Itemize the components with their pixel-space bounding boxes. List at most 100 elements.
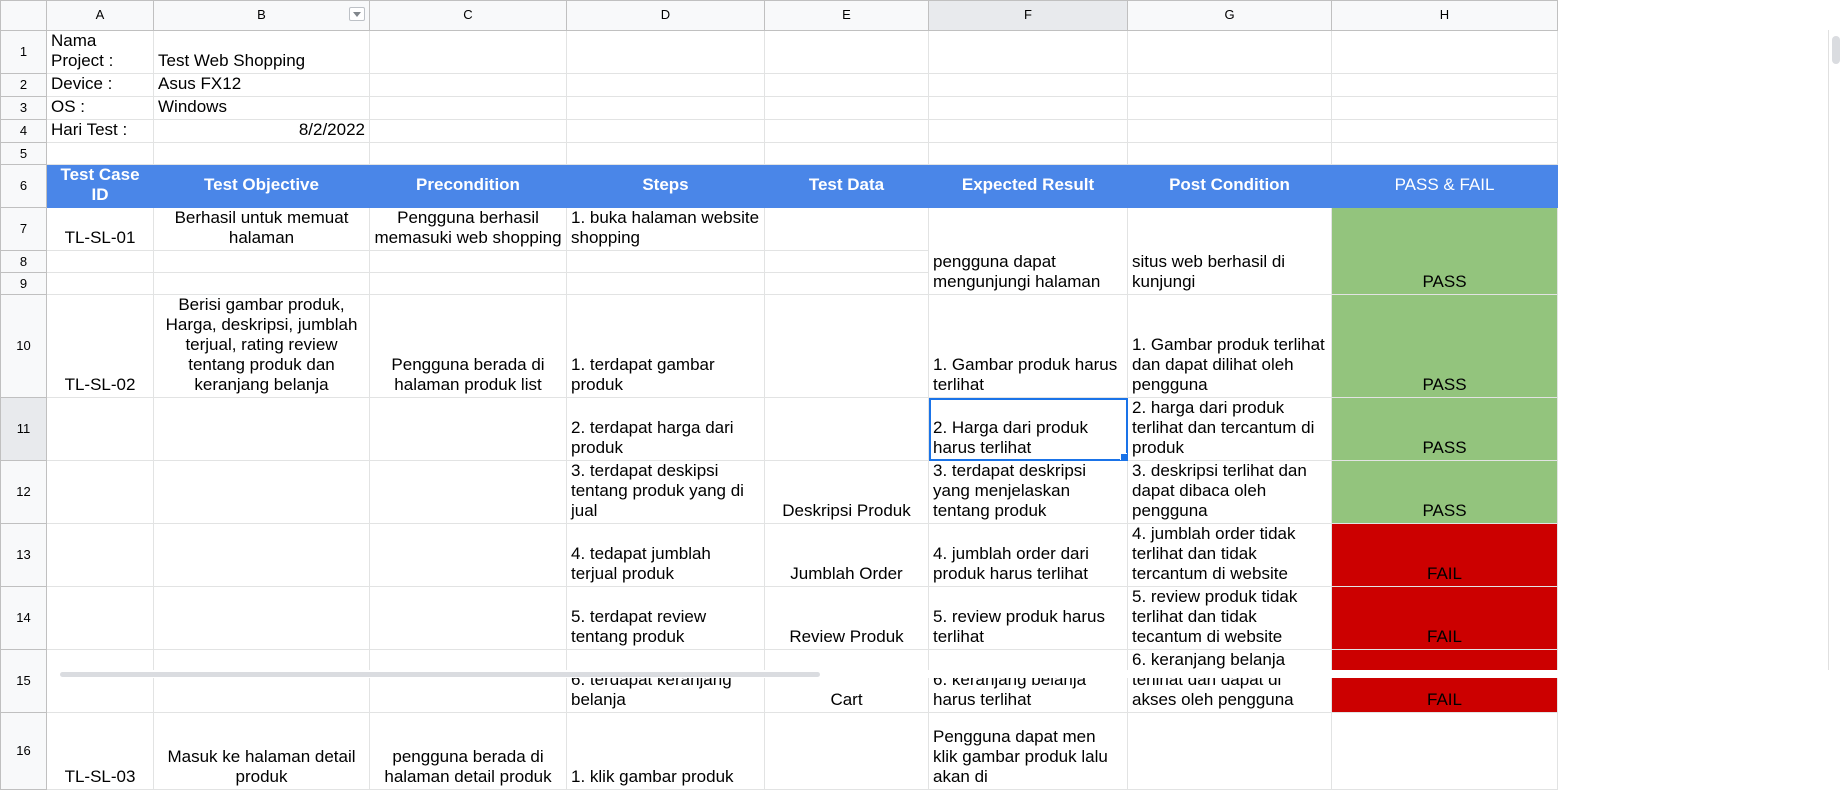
cell-post-condition[interactable]: 6. keranjang belanja terlihat dan dapat … (1127, 649, 1332, 713)
cell[interactable] (369, 272, 567, 295)
cell[interactable] (369, 460, 567, 524)
cell-test-data[interactable]: Cart (764, 649, 929, 713)
cell[interactable] (764, 142, 929, 165)
cell[interactable] (1127, 73, 1332, 97)
fill-handle[interactable] (1120, 453, 1127, 460)
cell-post-condition[interactable]: 5. review produk tidak terlihat dan tida… (1127, 586, 1332, 650)
cell[interactable] (566, 142, 765, 165)
cell[interactable] (566, 73, 765, 97)
row-header[interactable]: 6 (0, 164, 47, 208)
row-header[interactable]: 10 (0, 294, 47, 398)
cell-steps[interactable]: 6. terdapat keranjang belanja (566, 649, 765, 713)
column-header-f[interactable]: F (928, 0, 1128, 31)
header-test-case-id[interactable]: Test Case ID (46, 164, 154, 208)
cell[interactable] (369, 586, 567, 650)
cell-device-label[interactable]: Device : (46, 73, 154, 97)
cell-result-pass[interactable]: PASS (1331, 397, 1558, 461)
cell[interactable] (46, 586, 154, 650)
cell[interactable] (928, 142, 1128, 165)
filter-dropdown-icon[interactable] (349, 7, 365, 21)
cell[interactable] (46, 142, 154, 165)
cell[interactable] (153, 460, 370, 524)
cell[interactable] (153, 272, 370, 295)
cell[interactable] (369, 523, 567, 587)
cell-test-data[interactable]: Deskripsi Produk (764, 460, 929, 524)
cell[interactable] (46, 272, 154, 295)
row-header[interactable]: 5 (0, 142, 47, 165)
cell[interactable] (1331, 142, 1558, 165)
cell-steps[interactable]: 1. terdapat gambar produk (566, 294, 765, 398)
cell-expected-result[interactable]: 4. jumblah order dari produk harus terli… (928, 523, 1128, 587)
cell[interactable] (369, 649, 567, 713)
cell-test-data[interactable]: Jumblah Order (764, 523, 929, 587)
cell-result-pass[interactable]: PASS (1331, 294, 1558, 398)
cell-test-case-id[interactable]: TL-SL-03 (46, 712, 154, 790)
cell-steps[interactable]: 5. terdapat review tentang produk (566, 586, 765, 650)
cell[interactable] (369, 73, 567, 97)
row-header[interactable]: 14 (0, 586, 47, 650)
cell[interactable] (46, 250, 154, 273)
cell-post-condition[interactable]: 4. jumblah order tidak terlihat dan tida… (1127, 523, 1332, 587)
column-header-d[interactable]: D (566, 0, 765, 31)
cell[interactable] (1331, 73, 1558, 97)
header-expected-result[interactable]: Expected Result (928, 164, 1128, 208)
cell-steps[interactable]: 2. terdapat harga dari produk (566, 397, 765, 461)
cell-precondition[interactable]: Pengguna berhasil memasuki web shopping (369, 207, 567, 251)
cell[interactable] (369, 119, 567, 143)
column-header-e[interactable]: E (764, 0, 929, 31)
cell-test-case-id[interactable]: TL-SL-01 (46, 207, 154, 251)
row-header[interactable]: 2 (0, 73, 47, 97)
cell-test-objective[interactable]: Masuk ke halaman detail produk (153, 712, 370, 790)
cell-date-value[interactable]: 8/2/2022 (153, 119, 370, 143)
column-header-a[interactable]: A (46, 0, 154, 31)
cell-expected-result[interactable]: Pengguna dapat men klik gambar produk la… (928, 712, 1128, 790)
header-test-data[interactable]: Test Data (764, 164, 929, 208)
cell[interactable] (566, 30, 765, 74)
cell-test-data[interactable] (764, 294, 929, 398)
row-header[interactable]: 16 (0, 712, 47, 790)
row-header[interactable]: 9 (0, 272, 47, 295)
cell-result-fail[interactable]: FAIL (1331, 523, 1558, 587)
header-post-condition[interactable]: Post Condition (1127, 164, 1332, 208)
cell[interactable] (153, 397, 370, 461)
column-header-b[interactable]: B (153, 0, 370, 31)
cell-test-data[interactable]: Review Produk (764, 586, 929, 650)
row-header[interactable]: 12 (0, 460, 47, 524)
cell[interactable] (153, 523, 370, 587)
cell[interactable] (369, 397, 567, 461)
cell-expected-result[interactable]: 3. terdapat deskripsi yang menjelaskan t… (928, 460, 1128, 524)
cell[interactable] (764, 250, 929, 273)
cell-project-label[interactable]: Nama Project : (46, 30, 154, 74)
cell[interactable] (153, 142, 370, 165)
cell-test-data[interactable] (764, 712, 929, 790)
header-test-objective[interactable]: Test Objective (153, 164, 370, 208)
row-header[interactable]: 13 (0, 523, 47, 587)
horizontal-scrollbar[interactable] (54, 670, 1829, 678)
cell[interactable] (1331, 119, 1558, 143)
row-header[interactable]: 15 (0, 649, 47, 713)
cell[interactable] (369, 30, 567, 74)
cell[interactable] (566, 119, 765, 143)
cell[interactable] (369, 142, 567, 165)
cell-expected-result[interactable]: 5. review produk harus terlihat (928, 586, 1128, 650)
row-header[interactable]: 3 (0, 96, 47, 120)
cell[interactable] (764, 119, 929, 143)
cell-steps[interactable]: 1. buka halaman website shopping (566, 207, 765, 251)
cell-steps[interactable]: 4. tedapat jumblah terjual produk (566, 523, 765, 587)
cell[interactable] (153, 649, 370, 713)
select-all-corner[interactable] (0, 0, 47, 31)
cell-post-condition[interactable]: 2. harga dari produk terlihat dan tercan… (1127, 397, 1332, 461)
cell[interactable] (1127, 119, 1332, 143)
cell-result-pass[interactable]: PASS (1331, 207, 1558, 295)
cell-test-objective[interactable]: Berhasil untuk memuat halaman (153, 207, 370, 251)
cell-precondition[interactable]: pengguna berada di halaman detail produk (369, 712, 567, 790)
cell[interactable] (46, 649, 154, 713)
cell[interactable] (1331, 30, 1558, 74)
cell-result-fail[interactable]: FAIL (1331, 649, 1558, 713)
cell-expected-result[interactable]: 1. Gambar produk harus terlihat (928, 294, 1128, 398)
cell-test-data[interactable] (764, 397, 929, 461)
vertical-scrollbar-thumb[interactable] (1832, 36, 1840, 64)
cell[interactable] (1127, 142, 1332, 165)
cell[interactable] (764, 272, 929, 295)
row-header[interactable]: 4 (0, 119, 47, 143)
